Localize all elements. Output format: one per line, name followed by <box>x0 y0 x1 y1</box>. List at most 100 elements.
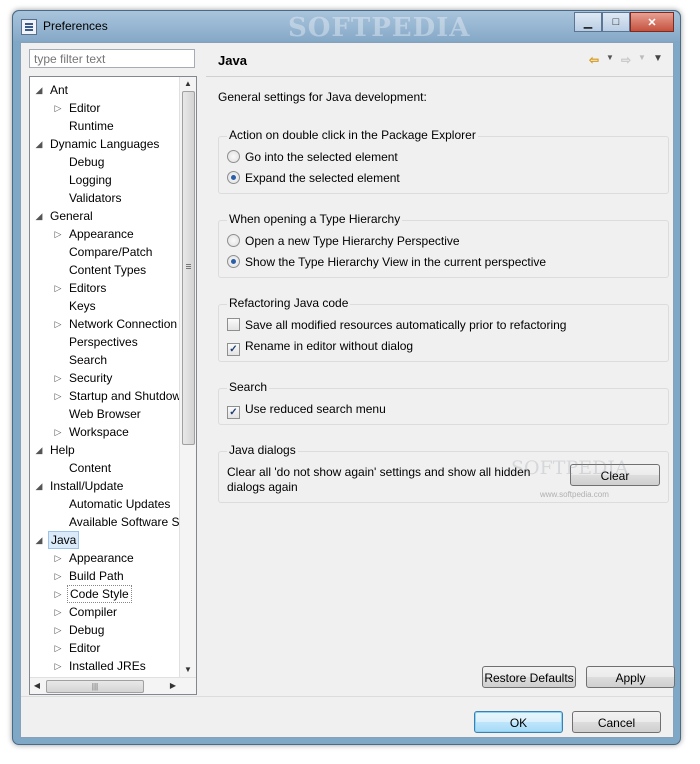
expanded-arrow-icon[interactable]: ◢ <box>34 441 44 459</box>
title-bar[interactable]: Preferences SOFTPEDIA ▁ □ ✕ <box>13 11 680 43</box>
tree-item[interactable]: ◢ General <box>30 207 180 225</box>
save-resources-checkbox[interactable]: Save all modified resources automaticall… <box>227 316 566 334</box>
preferences-window: Preferences SOFTPEDIA ▁ □ ✕ ◢ Ant ▷ Editor R… <box>12 10 681 745</box>
tree-item[interactable]: Compare/Patch <box>30 243 180 261</box>
cancel-button[interactable]: Cancel <box>572 711 661 733</box>
tree-item[interactable]: ▷ Network Connection <box>30 315 180 333</box>
tree-item[interactable]: ◢ Ant <box>30 81 180 99</box>
tree-item[interactable]: ▷ Code Style <box>30 585 180 603</box>
option-label: Show the Type Hierarchy View in the curr… <box>245 255 547 269</box>
tree-item[interactable]: ▷ Appearance <box>30 225 180 243</box>
tree-item[interactable]: Automatic Updates <box>30 495 180 513</box>
tree-item-label: Content <box>69 461 112 475</box>
expanded-arrow-icon[interactable]: ◢ <box>34 135 44 153</box>
expanded-arrow-icon[interactable]: ◢ <box>34 81 44 99</box>
tree-item[interactable]: Keys <box>30 297 180 315</box>
collapsed-arrow-icon[interactable]: ▷ <box>53 603 63 621</box>
tree-item[interactable]: ▷ Debug <box>30 621 180 639</box>
tree-item[interactable]: ▷ Workspace <box>30 423 180 441</box>
tree-item[interactable]: ▷ Build Path <box>30 567 180 585</box>
tree-vertical-scrollbar[interactable]: ▲ ▼ <box>179 77 196 677</box>
scroll-left-icon[interactable]: ◀ <box>30 678 44 694</box>
tree-item[interactable]: ◢ Help <box>30 441 180 459</box>
group-title: Java dialogs <box>227 443 298 457</box>
expanded-arrow-icon[interactable]: ◢ <box>34 531 44 549</box>
tree-item[interactable]: ▷ Compiler <box>30 603 180 621</box>
radio-icon <box>227 234 240 247</box>
tree-item[interactable]: ▷ Editor <box>30 99 180 117</box>
collapsed-arrow-icon[interactable]: ▷ <box>53 423 63 441</box>
tree-item[interactable]: Runtime <box>30 117 180 135</box>
expanded-arrow-icon[interactable]: ◢ <box>34 477 44 495</box>
watermark-title: SOFTPEDIA <box>288 13 471 43</box>
scroll-down-icon[interactable]: ▼ <box>180 663 196 677</box>
collapsed-arrow-icon[interactable]: ▷ <box>53 657 63 675</box>
filter-input[interactable] <box>29 49 195 68</box>
window-title: Preferences <box>43 19 108 33</box>
open-perspective-radio[interactable]: Open a new Type Hierarchy Perspective <box>227 232 460 250</box>
tree-item-label: Editors <box>69 281 107 295</box>
maximize-button[interactable]: □ <box>602 12 630 32</box>
tree-item[interactable]: Content Types <box>30 261 180 279</box>
collapsed-arrow-icon[interactable]: ▷ <box>53 369 63 387</box>
tree-item-label: Compiler <box>69 605 118 619</box>
vertical-scroll-thumb[interactable] <box>182 91 195 445</box>
reduced-search-checkbox[interactable]: ✓ Use reduced search menu <box>227 400 386 419</box>
restore-defaults-button[interactable]: Restore Defaults <box>482 666 576 688</box>
collapsed-arrow-icon[interactable]: ▷ <box>53 621 63 639</box>
tree-item[interactable]: ▷ Editor <box>30 639 180 657</box>
forward-dropdown-icon[interactable]: ▼ <box>635 53 649 67</box>
tree-item-label: Startup and Shutdow <box>69 389 182 403</box>
refactoring-group: Refactoring Java code Save all modified … <box>218 296 669 362</box>
expand-radio[interactable]: Expand the selected element <box>227 169 400 187</box>
scroll-right-icon[interactable]: ▶ <box>166 678 180 694</box>
tree-item[interactable]: ▷ Startup and Shutdow <box>30 387 182 405</box>
tree-item-label: Workspace <box>69 425 129 439</box>
tree-item[interactable]: Debug <box>30 153 180 171</box>
tree-item[interactable]: ◢ Java <box>30 531 180 549</box>
collapsed-arrow-icon[interactable]: ▷ <box>53 99 63 117</box>
page-navigation: ⇦ ▼ ⇨ ▼ ▼ <box>587 53 665 67</box>
collapsed-arrow-icon[interactable]: ▷ <box>53 567 63 585</box>
collapsed-arrow-icon[interactable]: ▷ <box>53 279 63 297</box>
preferences-tree[interactable]: ◢ Ant ▷ Editor Runtime ◢ Dynamic Languages Debu… <box>29 76 197 695</box>
ok-button[interactable]: OK <box>474 711 563 733</box>
tree-item[interactable]: Validators <box>30 189 180 207</box>
tree-item[interactable]: Logging <box>30 171 180 189</box>
back-dropdown-icon[interactable]: ▼ <box>603 53 617 67</box>
tree-item[interactable]: ▷ Installed JREs <box>30 657 180 675</box>
tree-item[interactable]: Available Software S <box>30 513 180 531</box>
horizontal-scroll-thumb[interactable]: ||| <box>46 680 144 693</box>
minimize-button[interactable]: ▁ <box>574 12 602 32</box>
page-description: General settings for Java development: <box>218 90 427 104</box>
scroll-up-icon[interactable]: ▲ <box>180 77 196 91</box>
tree-item[interactable]: Perspectives <box>30 333 180 351</box>
collapsed-arrow-icon[interactable]: ▷ <box>53 549 63 567</box>
tree-item-label: Editor <box>69 101 101 115</box>
tree-item[interactable]: Web Browser <box>30 405 180 423</box>
rename-in-editor-checkbox[interactable]: ✓ Rename in editor without dialog <box>227 337 413 356</box>
go-into-radio[interactable]: Go into the selected element <box>227 148 398 166</box>
apply-button[interactable]: Apply <box>586 666 675 688</box>
close-button[interactable]: ✕ <box>630 12 674 32</box>
tree-item[interactable]: ▷ Appearance <box>30 549 180 567</box>
show-view-radio[interactable]: Show the Type Hierarchy View in the curr… <box>227 253 546 271</box>
back-arrow-icon[interactable]: ⇦ <box>587 53 601 67</box>
tree-item[interactable]: Search <box>30 351 180 369</box>
collapsed-arrow-icon[interactable]: ▷ <box>53 639 63 657</box>
collapsed-arrow-icon[interactable]: ▷ <box>53 315 63 333</box>
collapsed-arrow-icon[interactable]: ▷ <box>53 387 63 405</box>
collapsed-arrow-icon[interactable]: ▷ <box>53 585 63 603</box>
view-menu-icon[interactable]: ▼ <box>651 53 665 67</box>
tree-item-label: Keys <box>69 299 96 313</box>
tree-horizontal-scrollbar[interactable]: ◀ ||| ▶ <box>30 677 196 694</box>
collapsed-arrow-icon[interactable]: ▷ <box>53 225 63 243</box>
expanded-arrow-icon[interactable]: ◢ <box>34 207 44 225</box>
tree-item[interactable]: Content <box>30 459 180 477</box>
tree-item[interactable]: ▷ Security <box>30 369 180 387</box>
tree-item[interactable]: ◢ Install/Update <box>30 477 180 495</box>
tree-item[interactable]: ▷ Editors <box>30 279 180 297</box>
forward-arrow-icon[interactable]: ⇨ <box>619 53 633 67</box>
tree-item[interactable]: ◢ Dynamic Languages <box>30 135 180 153</box>
option-label: Use reduced search menu <box>245 402 386 416</box>
